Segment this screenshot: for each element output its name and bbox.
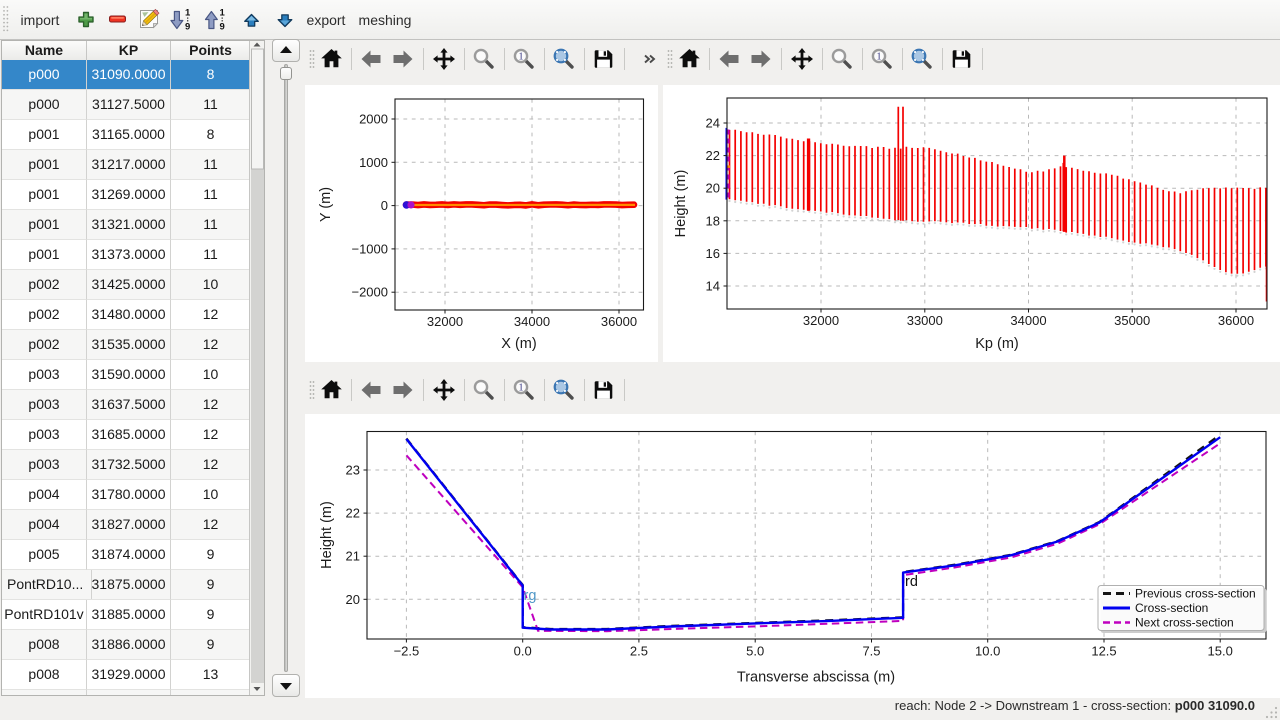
svg-text:rg: rg [524, 588, 537, 604]
svg-text:32000: 32000 [427, 314, 463, 329]
svg-text:36000: 36000 [601, 314, 637, 329]
svg-text:5.0: 5.0 [746, 644, 764, 659]
svg-text:24: 24 [706, 116, 720, 131]
svg-text:15.0: 15.0 [1208, 644, 1233, 659]
svg-text:22: 22 [706, 148, 720, 163]
svg-text:0: 0 [381, 198, 388, 213]
svg-text:Y (m): Y (m) [318, 187, 334, 222]
svg-text:Cross-section: Cross-section [1135, 601, 1208, 615]
svg-text:36000: 36000 [1218, 313, 1254, 328]
svg-text:20: 20 [346, 592, 360, 607]
svg-text:import: import [21, 12, 60, 28]
svg-text:18: 18 [706, 213, 720, 228]
svg-text:32000: 32000 [803, 313, 839, 328]
svg-text:Next cross-section: Next cross-section [1135, 616, 1234, 630]
svg-text:33000: 33000 [907, 313, 943, 328]
svg-text:Previous cross-section: Previous cross-section [1135, 587, 1256, 601]
svg-text:9: 9 [185, 22, 190, 33]
svg-text:2000: 2000 [359, 112, 388, 127]
svg-text:0.0: 0.0 [514, 644, 532, 659]
svg-text:export: export [307, 12, 346, 28]
svg-text:34000: 34000 [514, 314, 550, 329]
svg-text:−1000: −1000 [351, 241, 388, 256]
svg-text:9: 9 [220, 22, 225, 33]
svg-text:X (m): X (m) [501, 336, 536, 352]
svg-text:−2.5: −2.5 [394, 644, 420, 659]
svg-text:35000: 35000 [1114, 313, 1150, 328]
svg-text:12.5: 12.5 [1091, 644, 1116, 659]
svg-text:14: 14 [706, 279, 720, 294]
svg-text:meshing: meshing [359, 12, 412, 28]
svg-text:2.5: 2.5 [630, 644, 648, 659]
svg-text:23: 23 [346, 463, 360, 478]
svg-text:Transverse abscissa (m): Transverse abscissa (m) [737, 670, 895, 686]
svg-text:16: 16 [706, 246, 720, 261]
svg-text:22: 22 [346, 506, 360, 521]
svg-text:1: 1 [185, 8, 191, 19]
svg-text:1: 1 [518, 383, 523, 394]
svg-text:1: 1 [220, 8, 226, 19]
svg-text:Kp (m): Kp (m) [975, 336, 1019, 352]
svg-text:21: 21 [346, 549, 360, 564]
svg-text:34000: 34000 [1010, 313, 1046, 328]
svg-text:1: 1 [518, 52, 523, 63]
svg-text:7.5: 7.5 [862, 644, 880, 659]
svg-text:Height (m): Height (m) [319, 501, 335, 569]
svg-text:1000: 1000 [359, 155, 388, 170]
svg-text:10.0: 10.0 [975, 644, 1000, 659]
svg-text:−2000: −2000 [351, 285, 388, 300]
svg-text:rd: rd [905, 574, 918, 590]
svg-text:Height (m): Height (m) [673, 170, 689, 238]
svg-text:20: 20 [706, 181, 720, 196]
svg-text:1: 1 [876, 52, 881, 63]
